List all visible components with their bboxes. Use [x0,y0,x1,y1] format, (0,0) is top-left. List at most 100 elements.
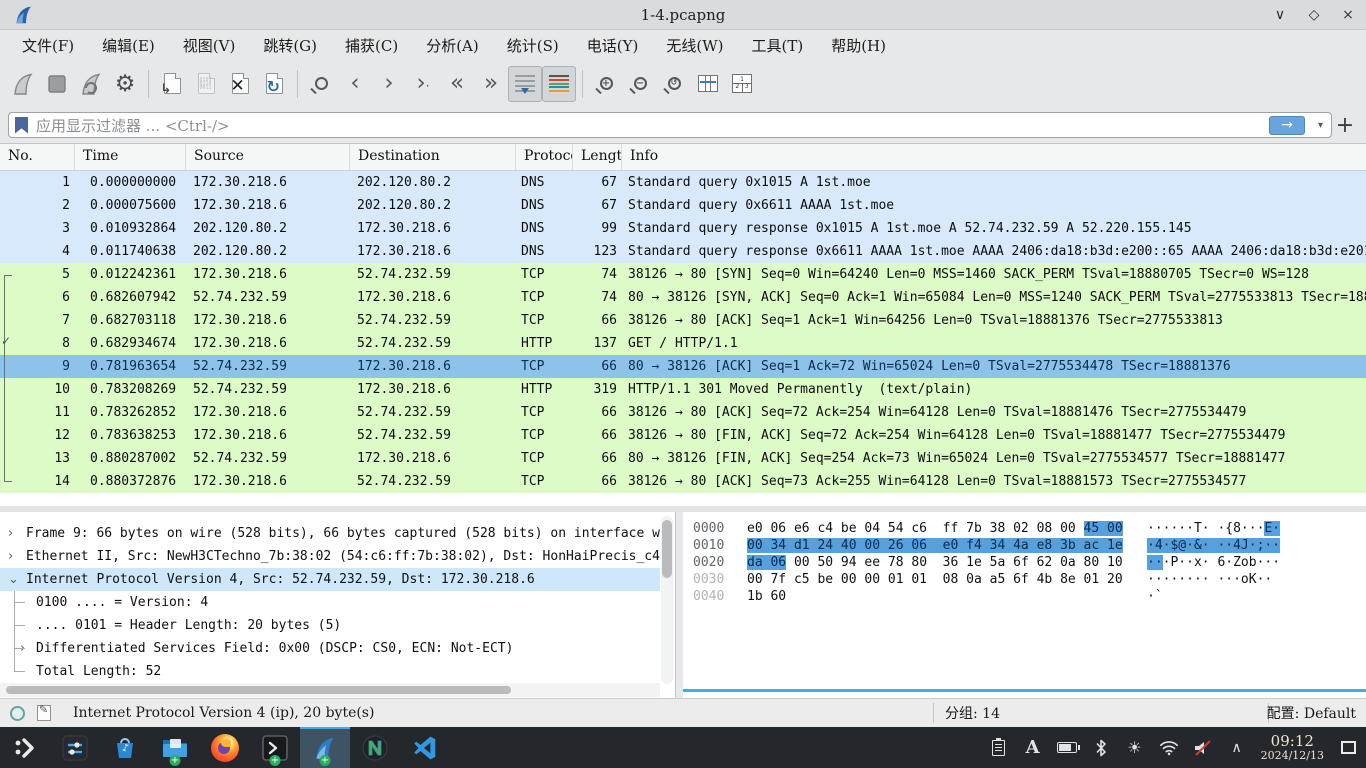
column-header-source[interactable]: Source [186,144,350,170]
resize-columns-button[interactable] [691,66,725,102]
menu-item-1[interactable]: 编辑(E) [88,32,169,59]
detail-horizontal-scrollbar[interactable] [0,683,660,697]
menu-item-7[interactable]: 电话(Y) [573,32,653,59]
menu-item-8[interactable]: 无线(W) [652,32,737,59]
packet-row-4[interactable]: 40.011740638202.120.80.2172.30.218.6DNS1… [0,240,1366,263]
packet-row-12[interactable]: 120.783638253172.30.218.652.74.232.59TCP… [0,424,1366,447]
packet-row-13[interactable]: 130.88028700252.74.232.59172.30.218.6TCP… [0,447,1366,470]
layout-columns-button[interactable]: 123 [725,66,759,102]
detail-line-3[interactable]: 0100 .... = Version: 4 [0,591,660,614]
go-first-button[interactable]: « [440,66,474,102]
taskbar-discover[interactable] [100,727,150,768]
reload-file-button[interactable]: ↻ [257,66,291,102]
column-header-info[interactable]: Info [622,144,1366,170]
menu-item-3[interactable]: 跳转(G) [249,32,331,59]
menu-item-0[interactable]: 文件(F) [8,32,88,59]
menu-item-10[interactable]: 帮助(H) [817,32,900,59]
taskbar-system-settings[interactable] [50,727,100,768]
column-header-destination[interactable]: Destination [350,144,516,170]
column-header-time[interactable]: Time [75,144,186,170]
status-profile[interactable]: 配置: Default [1267,703,1356,723]
hex-row-0040[interactable]: 00401b 60·` [693,588,1366,605]
taskbar-app-launcher[interactable] [0,727,50,768]
packet-row-11[interactable]: 110.783262852172.30.218.652.74.232.59TCP… [0,401,1366,424]
hex-row-0020[interactable]: 0020da 06 00 50 94 ee 78 80 36 1e 5a 6f … [693,554,1366,571]
taskbar-neovim[interactable] [350,727,400,768]
column-header-protocol[interactable]: Protocol [516,144,573,170]
add-filter-button[interactable]: + [1332,113,1358,138]
detail-line-6[interactable]: Total Length: 52 [0,660,660,683]
taskbar-file-manager[interactable]: + [150,727,200,768]
expander-icon[interactable]: › [8,522,13,545]
clock[interactable]: 09:12 2024/12/13 [1261,733,1324,762]
restart-capture-button[interactable] [74,66,108,102]
start-capture-button[interactable] [6,66,40,102]
column-header-length[interactable]: Length [573,144,622,170]
packet-row-14[interactable]: 140.880372876172.30.218.652.74.232.59TCP… [0,470,1366,493]
auto-scroll-button[interactable] [508,66,542,102]
column-header-no[interactable]: No. [0,144,75,170]
menu-item-6[interactable]: 统计(S) [493,32,573,59]
packet-row-1[interactable]: 10.000000000172.30.218.6202.120.80.2DNS6… [0,171,1366,194]
detail-line-2[interactable]: ⌄Internet Protocol Version 4, Src: 52.74… [0,568,660,591]
menu-item-4[interactable]: 捕获(C) [331,32,412,59]
packet-row-6[interactable]: 60.68260794252.74.232.59172.30.218.6TCP7… [0,286,1366,309]
input-method-icon[interactable]: A [1023,737,1043,759]
menu-item-2[interactable]: 视图(V) [169,32,250,59]
detail-vertical-scrollbar[interactable] [661,516,673,684]
find-packet-button[interactable] [304,66,338,102]
filter-bookmark-icon[interactable] [15,117,28,134]
go-forward-button[interactable]: › [372,66,406,102]
brightness-icon[interactable]: ☀ [1125,737,1145,759]
capture-comment-icon[interactable] [37,705,51,721]
capture-options-button[interactable]: ⚙ [108,66,142,102]
battery-icon[interactable] [1057,737,1077,759]
packet-row-7[interactable]: 70.682703118172.30.218.652.74.232.59TCP6… [0,309,1366,332]
zoom-in-button[interactable]: + [589,66,623,102]
close-button[interactable]: × [1336,3,1360,27]
minimize-button[interactable]: ∨ [1268,3,1292,27]
expander-icon[interactable]: ⌄ [8,568,19,591]
packet-row-10[interactable]: 100.78320826952.74.232.59172.30.218.6HTT… [0,378,1366,401]
go-to-packet-button[interactable]: ›· [406,66,440,102]
hex-row-0030[interactable]: 003000 7f c5 be 00 00 01 01 08 0a a5 6f … [693,571,1366,588]
menu-item-5[interactable]: 分析(A) [412,32,493,59]
packet-row-5[interactable]: 50.012242361172.30.218.652.74.232.59TCP7… [0,263,1366,286]
taskbar-firefox[interactable] [200,727,250,768]
filter-dropdown-caret-icon[interactable]: ▾ [1318,120,1323,131]
hex-row-0010[interactable]: 001000 34 d1 24 40 00 26 06 e0 f4 34 4a … [693,537,1366,554]
menu-item-9[interactable]: 工具(T) [737,32,817,59]
zoom-out-button[interactable]: − [623,66,657,102]
go-last-button[interactable]: » [474,66,508,102]
detail-line-5[interactable]: ›Differentiated Services Field: 0x00 (DS… [0,637,660,660]
expert-info-icon[interactable] [10,706,25,721]
stop-capture-button[interactable] [40,66,74,102]
colorize-button[interactable] [542,66,576,102]
apply-filter-button[interactable]: → [1269,116,1305,135]
wifi-icon[interactable] [1159,737,1179,759]
expander-icon[interactable]: › [8,545,13,568]
volume-muted-icon[interactable] [1193,737,1213,759]
packet-row-3[interactable]: 30.010932864202.120.80.2172.30.218.6DNS9… [0,217,1366,240]
save-file-button[interactable]: 010101100011 [189,66,223,102]
taskbar-terminal[interactable]: + [250,727,300,768]
display-filter-input[interactable]: 应用显示过滤器 ... <Ctrl-/> → ▾ [8,112,1332,138]
packet-row-8[interactable]: 80.682934674172.30.218.652.74.232.59HTTP… [0,332,1366,355]
packet-row-9[interactable]: 90.78196365452.74.232.59172.30.218.6TCP6… [0,355,1366,378]
go-back-button[interactable]: ‹ [338,66,372,102]
tray-expand-icon[interactable]: ∧ [1227,737,1247,759]
zoom-reset-button[interactable]: ↺ [657,66,691,102]
show-desktop-button[interactable] [1338,737,1358,759]
taskbar-wireshark[interactable]: + [300,727,350,768]
maximize-button[interactable]: ◇ [1302,3,1326,27]
hex-row-0000[interactable]: 0000e0 06 e6 c4 be 04 54 c6 ff 7b 38 02 … [693,520,1366,537]
detail-line-0[interactable]: ›Frame 9: 66 bytes on wire (528 bits), 6… [0,522,660,545]
close-file-button[interactable]: ✕ [223,66,257,102]
detail-line-1[interactable]: ›Ethernet II, Src: NewH3CTechno_7b:38:02… [0,545,660,568]
clipboard-icon[interactable] [989,737,1009,759]
expander-icon[interactable]: › [20,637,25,660]
open-file-button[interactable]: ↳ [155,66,189,102]
detail-line-4[interactable]: .... 0101 = Header Length: 20 bytes (5) [0,614,660,637]
bluetooth-icon[interactable] [1091,737,1111,759]
packet-row-2[interactable]: 20.000075600172.30.218.6202.120.80.2DNS6… [0,194,1366,217]
